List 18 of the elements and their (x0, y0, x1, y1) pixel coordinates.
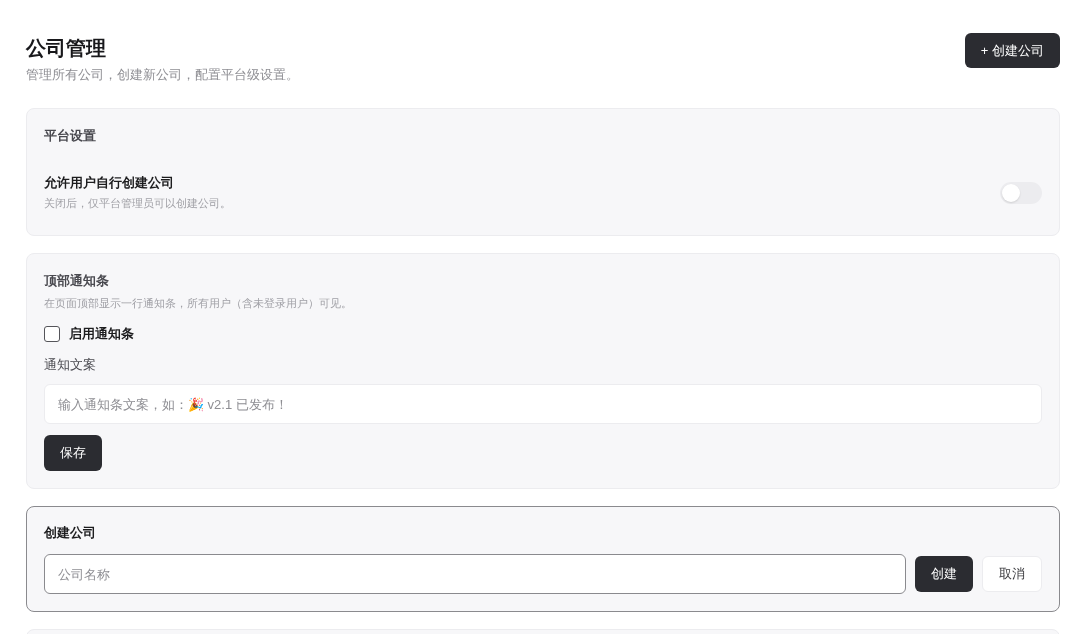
cancel-button[interactable]: 取消 (982, 556, 1042, 592)
section-description: 在页面顶部显示一行通知条，所有用户（含未登录用户）可见。 (44, 296, 352, 311)
setting-description: 关闭后，仅平台管理员可以创建公司。 (44, 196, 231, 211)
notice-text-field[interactable]: 输入通知条文案，如：🎉 v2.1 已发布！ (44, 384, 1042, 424)
save-button[interactable]: 保存 (44, 435, 102, 471)
toggle-switch[interactable] (1000, 181, 1042, 204)
setting-label: 允许用户自行创建公司 (44, 174, 174, 192)
section-heading: 创建公司 (44, 524, 96, 542)
checkbox[interactable] (44, 326, 60, 342)
company-name-field[interactable]: 公司名称 (44, 554, 906, 594)
field-label: 通知文案 (44, 356, 96, 374)
section-heading: 顶部通知条 (44, 272, 109, 290)
page-title: 公司管理 (26, 36, 106, 61)
create-button[interactable]: 创建 (915, 556, 973, 592)
checkbox-label: 启用通知条 (69, 325, 134, 343)
create-company-button[interactable]: + 创建公司 (964, 33, 1060, 68)
section-heading: 平台设置 (44, 127, 96, 145)
page-subtitle: 管理所有公司，创建新公司，配置平台级设置。 (26, 66, 299, 84)
